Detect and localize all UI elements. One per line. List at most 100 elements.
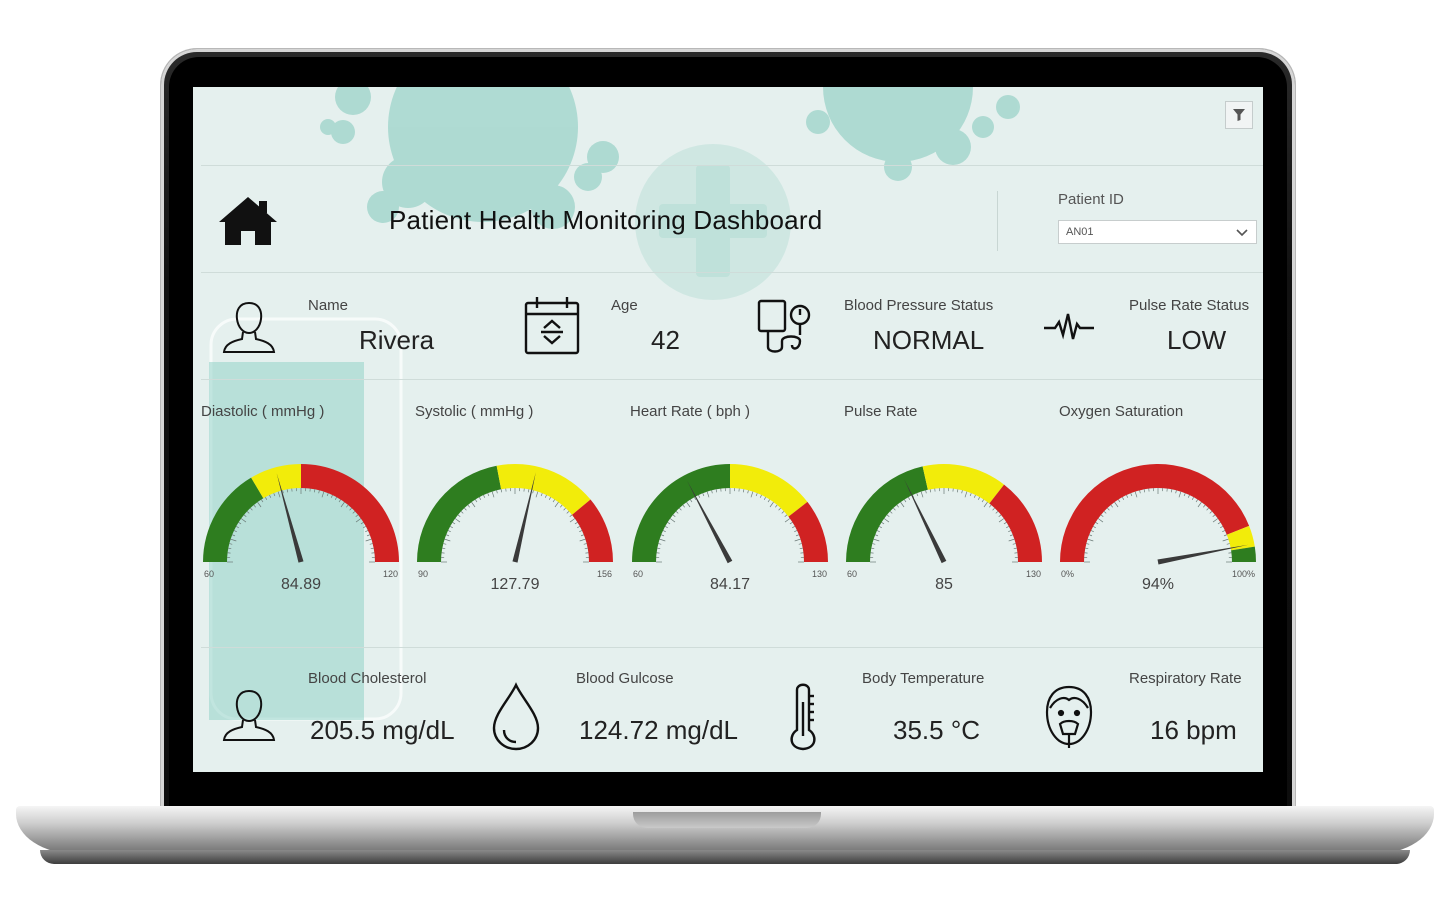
gauge-oxygen: 0% 100% 94% xyxy=(1060,463,1256,593)
gauge-tick xyxy=(228,547,232,550)
gauge-tick xyxy=(792,526,796,529)
gauge-tick xyxy=(233,530,237,533)
patient-id-select[interactable]: AN01 xyxy=(1058,220,1257,244)
blood-drop-icon xyxy=(492,682,540,751)
gauge-tick xyxy=(527,489,530,493)
gauge-tick xyxy=(273,493,276,497)
gauge-tick xyxy=(1220,526,1224,529)
gauge-tick xyxy=(444,538,451,542)
gauge-tick xyxy=(1197,501,1202,508)
gauge-tick xyxy=(1003,522,1007,525)
header-divider xyxy=(201,165,1263,166)
gauge-tick xyxy=(981,499,984,503)
gauge-tick xyxy=(702,493,705,497)
gauge-tick xyxy=(365,538,372,542)
gauge-tick xyxy=(799,547,803,550)
respiratory-label: Respiratory Rate xyxy=(1129,670,1242,687)
gauge-tick xyxy=(269,494,272,498)
gauge-tick xyxy=(491,491,495,498)
gauge-tick xyxy=(1009,534,1013,537)
gauge-tick xyxy=(334,496,337,500)
gauge-tick xyxy=(355,518,362,523)
gauge-value-label: 127.79 xyxy=(491,576,540,593)
gauge-title-diastolic: Diastolic ( mmHg ) xyxy=(201,403,325,420)
gauge-tick xyxy=(257,501,262,508)
gauge-tick xyxy=(998,514,1002,518)
gauge-tick xyxy=(1183,493,1186,497)
gauge-tick xyxy=(679,507,682,511)
age-label: Age xyxy=(611,297,638,314)
gauge-tick xyxy=(1212,518,1219,523)
gauge-tick xyxy=(1008,530,1012,533)
gauge-tick xyxy=(548,496,551,500)
gauge-tick xyxy=(554,501,559,508)
gauge-max-label: 156 xyxy=(597,569,612,579)
page-title: Patient Health Monitoring Dashboard xyxy=(389,205,823,235)
gauge-tick xyxy=(1206,507,1209,511)
person-icon xyxy=(222,689,276,741)
temperature-label: Body Temperature xyxy=(862,670,985,687)
gauge-tick xyxy=(1013,547,1017,550)
gauge-tick xyxy=(460,511,464,514)
chevron-down-icon xyxy=(1236,229,1248,237)
gauge-pulse-rate: 60 130 85 xyxy=(846,464,1042,593)
gauge-tick xyxy=(496,490,498,494)
cholesterol-value: 205.5 mg/dL xyxy=(310,715,455,745)
gauge-tick xyxy=(875,534,879,537)
gauge-tick xyxy=(326,493,329,497)
gauge-tick xyxy=(1175,490,1177,494)
gauge-tick xyxy=(769,501,774,508)
gauge-tick xyxy=(784,514,788,518)
dashboard-screen: Patient Health Monitoring Dashboard Pati… xyxy=(193,87,1263,772)
gauge-band-1 xyxy=(922,464,1005,504)
gauge-tick xyxy=(1195,499,1198,503)
home-icon[interactable] xyxy=(217,195,279,247)
gauge-max-label: 130 xyxy=(812,569,827,579)
laptop-notch xyxy=(633,812,821,828)
gauge-tick xyxy=(871,547,875,550)
gauge-tick xyxy=(232,534,236,537)
gauge-tick xyxy=(998,518,1005,523)
gauge-tick xyxy=(750,491,754,498)
filter-button[interactable] xyxy=(1225,101,1253,129)
gauge-max-label: 130 xyxy=(1026,569,1041,579)
gauge-tick xyxy=(1122,496,1125,500)
gauge-min-label: 90 xyxy=(418,569,428,579)
gauge-tick xyxy=(657,547,661,550)
gauge-tick xyxy=(672,514,676,518)
gauge-tick xyxy=(1170,489,1173,493)
gauge-band-2 xyxy=(989,484,1042,562)
gauge-tick xyxy=(664,526,668,529)
gauge-band-2 xyxy=(301,464,399,562)
gauge-band-0 xyxy=(632,464,730,562)
gauge-diastolic: 60 120 84.89 xyxy=(203,464,399,593)
gauge-tick xyxy=(881,522,885,525)
gauge-tick xyxy=(479,496,482,500)
gauge-tick xyxy=(253,504,257,508)
age-value: 42 xyxy=(651,325,680,355)
gauge-tick xyxy=(1008,538,1015,542)
gauge-tick xyxy=(763,496,766,500)
gauge-tick xyxy=(667,522,671,525)
gauge-tick xyxy=(1089,534,1093,537)
info-divider xyxy=(201,379,1263,380)
gauge-tick xyxy=(577,526,581,529)
gauge-tick xyxy=(569,514,573,518)
gauge-tick xyxy=(781,511,785,514)
gauge-tick xyxy=(1095,522,1099,525)
temperature-value: 35.5 °C xyxy=(893,715,981,745)
gauge-tick xyxy=(759,494,762,498)
gauge-tick xyxy=(1226,543,1230,545)
gauge-tick xyxy=(767,499,770,503)
gauge-tick xyxy=(579,530,583,533)
gauge-title-heart-rate: Heart Rate ( bph ) xyxy=(630,403,751,420)
gauge-tick xyxy=(243,514,247,518)
gauge-tick xyxy=(569,518,576,523)
gauge-value-label: 85 xyxy=(935,576,953,593)
gauge-tick xyxy=(956,489,959,493)
oxygen-mask-icon xyxy=(1045,685,1093,748)
gauge-min-label: 60 xyxy=(847,569,857,579)
gauge-tick xyxy=(1143,489,1146,493)
gauge-tick xyxy=(908,496,911,500)
gauge-tick xyxy=(662,530,666,533)
